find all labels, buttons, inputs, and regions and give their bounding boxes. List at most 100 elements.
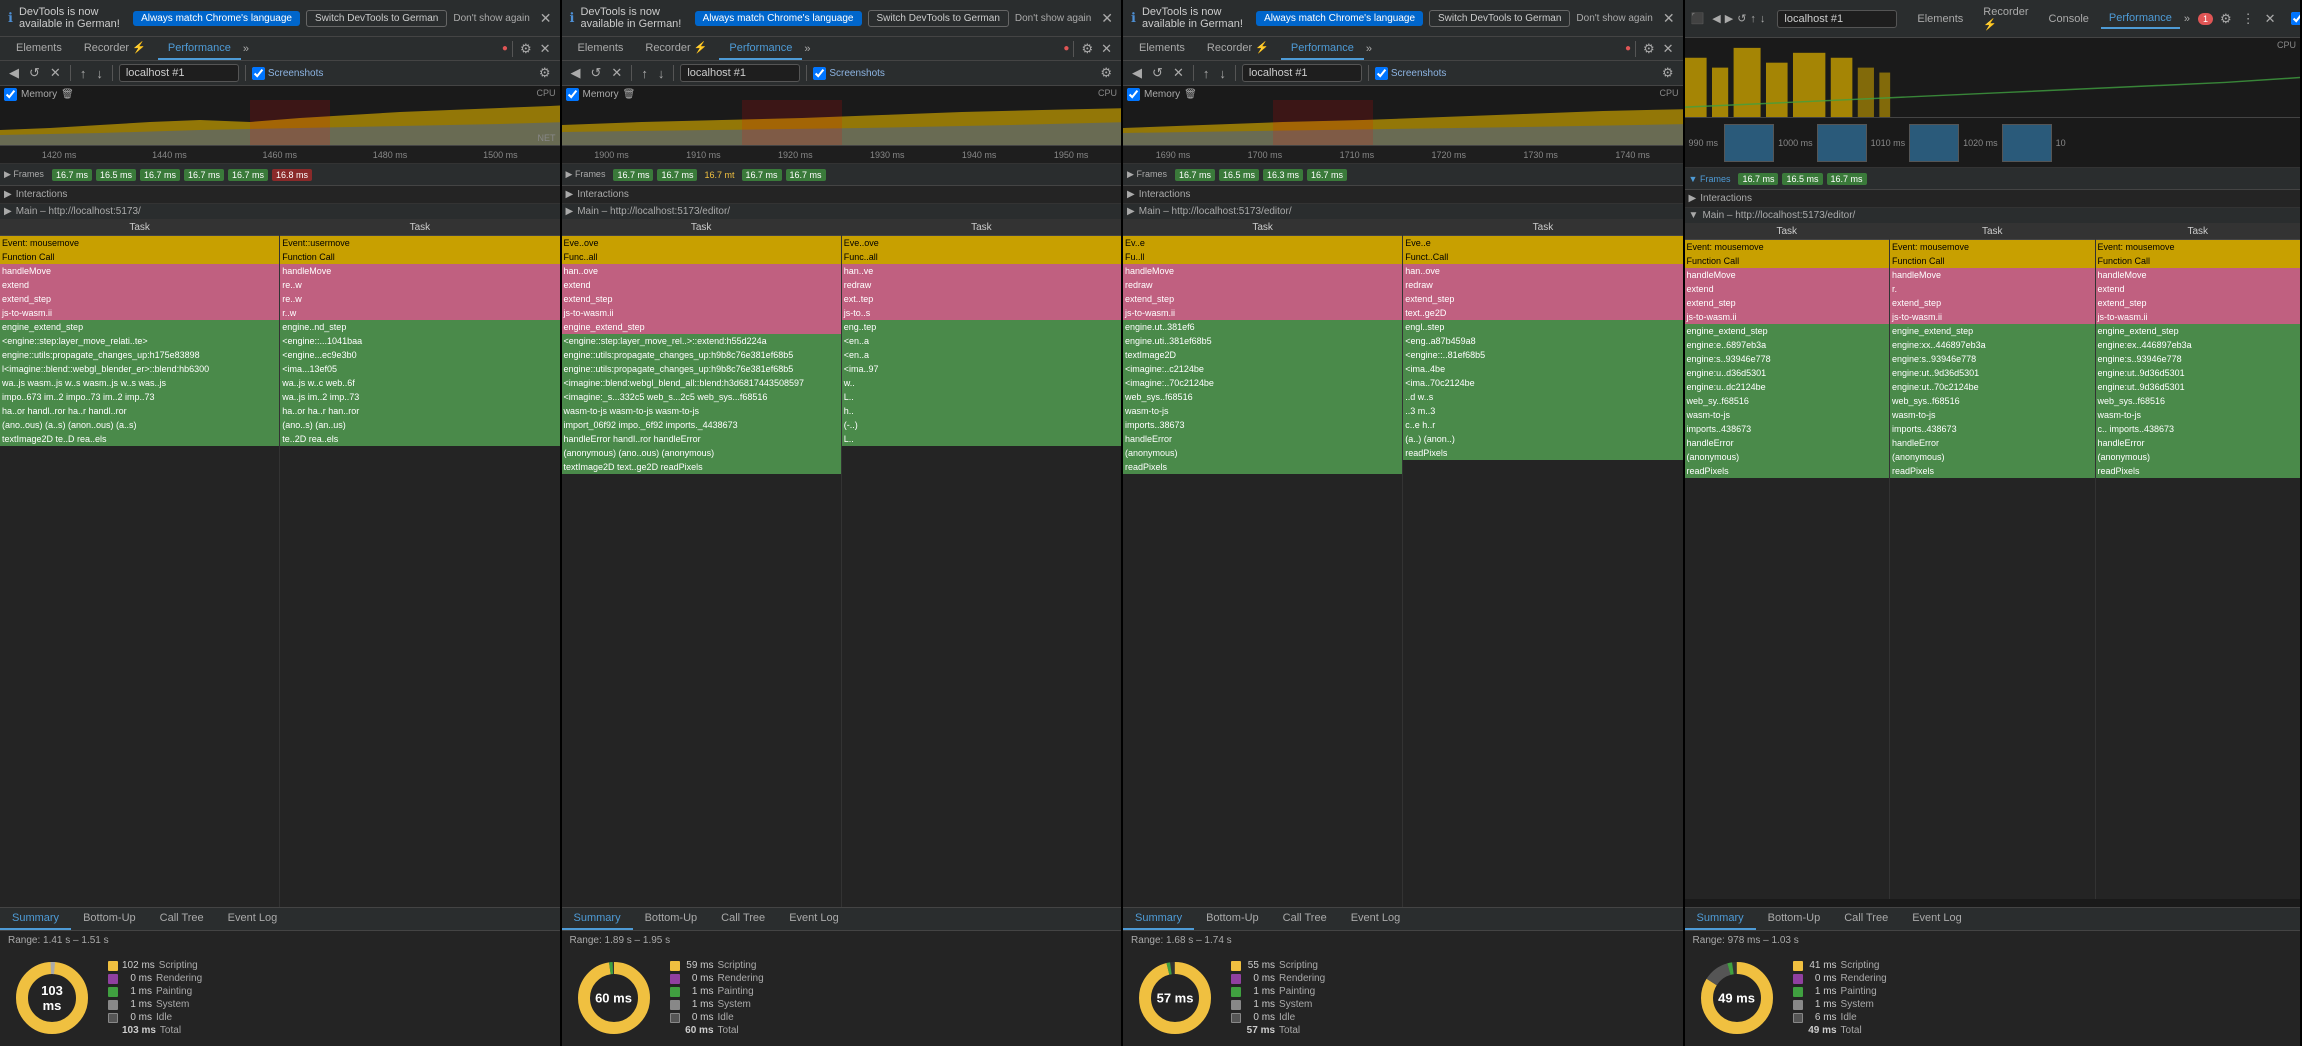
trash-icon-2[interactable]: 🗑 (623, 89, 636, 100)
trash-icon-1[interactable]: 🗑 (61, 89, 74, 100)
p4-tab-elements[interactable]: Elements (1909, 10, 1971, 28)
match-language-btn-1[interactable]: Always match Chrome's language (133, 11, 300, 26)
btab-calltree-3[interactable]: Call Tree (1271, 908, 1339, 930)
refresh-icon-2[interactable]: ↺ (588, 64, 605, 82)
download-icon-3[interactable]: ↓ (1216, 65, 1229, 82)
tab-performance-2[interactable]: Performance (719, 38, 802, 60)
main-expand-3[interactable]: ▶ (1127, 206, 1135, 217)
p4-close-icon[interactable]: ✕ (2262, 10, 2279, 28)
screenshots-check-2[interactable] (813, 67, 826, 80)
btab-summary-2[interactable]: Summary (562, 908, 633, 930)
screenshots-check-3[interactable] (1375, 67, 1388, 80)
settings-icon-1[interactable]: ⚙ (517, 40, 535, 58)
btab-bottomup-3[interactable]: Bottom-Up (1194, 908, 1271, 930)
main-expand-4[interactable]: ▼ (1689, 210, 1699, 221)
p4-url-input[interactable] (1777, 10, 1897, 28)
back-icon-2[interactable]: ◀ (568, 64, 584, 82)
tab-elements-3[interactable]: Elements (1129, 38, 1195, 60)
p4-screenshots-check[interactable] (2291, 12, 2302, 25)
close-icon-3[interactable]: ✕ (1660, 40, 1677, 58)
gear-icon-2[interactable]: ⚙ (1097, 64, 1115, 82)
gear-icon-1[interactable]: ⚙ (536, 64, 554, 82)
p4-forward-icon[interactable]: ▶ (1725, 12, 1733, 25)
record-btn-3[interactable]: ● (1625, 43, 1631, 54)
scrollbar-4[interactable] (1685, 899, 2300, 907)
btab-bottomup-4[interactable]: Bottom-Up (1756, 908, 1833, 930)
btab-summary-4[interactable]: Summary (1685, 908, 1756, 930)
record-btn-1[interactable]: ● (502, 43, 508, 54)
p4-tab-console[interactable]: Console (2041, 10, 2097, 28)
btab-calltree-1[interactable]: Call Tree (148, 908, 216, 930)
stop-icon-2[interactable]: ✕ (608, 64, 625, 82)
interactions-expand-2[interactable]: ▶ (566, 189, 574, 200)
btab-calltree-4[interactable]: Call Tree (1832, 908, 1900, 930)
main-expand-1[interactable]: ▶ (4, 206, 12, 217)
upload-icon-3[interactable]: ↑ (1200, 65, 1213, 82)
p4-back-icon[interactable]: ◀ (1712, 12, 1720, 25)
tab-more-1[interactable]: » (243, 43, 249, 55)
p4-tab-recorder[interactable]: Recorder ⚡ (1975, 3, 2036, 34)
record-btn-2[interactable]: ● (1063, 43, 1069, 54)
tab-recorder-3[interactable]: Recorder ⚡ (1197, 37, 1279, 60)
settings-icon-3[interactable]: ⚙ (1640, 40, 1658, 58)
switch-devtools-btn-3[interactable]: Switch DevTools to German (1429, 10, 1570, 27)
match-language-btn-3[interactable]: Always match Chrome's language (1256, 11, 1423, 26)
interactions-expand-4[interactable]: ▶ (1689, 193, 1697, 204)
close-icon-2[interactable]: ✕ (1098, 40, 1115, 58)
close-notif-2[interactable]: ✕ (1101, 10, 1113, 27)
tab-elements-2[interactable]: Elements (568, 38, 634, 60)
p4-refresh-icon[interactable]: ↺ (1737, 12, 1746, 25)
stop-icon-1[interactable]: ✕ (47, 64, 64, 82)
dont-show-btn-1[interactable]: Don't show again (453, 13, 529, 24)
screenshots-check-1[interactable] (252, 67, 265, 80)
btab-eventlog-2[interactable]: Event Log (777, 908, 851, 930)
btab-bottomup-1[interactable]: Bottom-Up (71, 908, 148, 930)
tab-performance-3[interactable]: Performance (1281, 38, 1364, 60)
p4-tab-more[interactable]: » (2184, 13, 2190, 25)
p4-gear-icon[interactable]: ⚙ (2217, 10, 2235, 28)
p4-menu-icon[interactable]: ⋮ (2239, 10, 2258, 28)
tab-recorder-1[interactable]: Recorder ⚡ (74, 37, 156, 60)
p4-devtools-icon[interactable]: ⬛ (1691, 12, 1705, 25)
close-icon-1[interactable]: ✕ (537, 40, 554, 58)
btab-eventlog-3[interactable]: Event Log (1339, 908, 1413, 930)
back-icon-1[interactable]: ◀ (6, 64, 22, 82)
stop-icon-3[interactable]: ✕ (1170, 64, 1187, 82)
gear-icon-3[interactable]: ⚙ (1659, 64, 1677, 82)
settings-icon-2[interactable]: ⚙ (1078, 40, 1096, 58)
tab-elements-1[interactable]: Elements (6, 38, 72, 60)
p4-download-icon[interactable]: ↓ (1760, 13, 1766, 25)
p4-upload-icon[interactable]: ↑ (1750, 13, 1756, 25)
p4-tab-performance[interactable]: Performance (2101, 9, 2180, 29)
close-notif-1[interactable]: ✕ (540, 10, 552, 27)
interactions-expand-1[interactable]: ▶ (4, 189, 12, 200)
tab-more-3[interactable]: » (1366, 43, 1372, 55)
back-icon-3[interactable]: ◀ (1129, 64, 1145, 82)
switch-devtools-btn-2[interactable]: Switch DevTools to German (868, 10, 1009, 27)
main-expand-2[interactable]: ▶ (566, 206, 574, 217)
tab-more-2[interactable]: » (804, 43, 810, 55)
url-input-3[interactable] (1242, 64, 1362, 82)
url-input-2[interactable] (680, 64, 800, 82)
btab-eventlog-4[interactable]: Event Log (1900, 908, 1974, 930)
close-notif-3[interactable]: ✕ (1663, 10, 1675, 27)
url-input-1[interactable] (119, 64, 239, 82)
download-icon-1[interactable]: ↓ (93, 65, 106, 82)
btab-summary-1[interactable]: Summary (0, 908, 71, 930)
dont-show-btn-3[interactable]: Don't show again (1576, 13, 1652, 24)
tab-performance-1[interactable]: Performance (158, 38, 241, 60)
trash-icon-3[interactable]: 🗑 (1184, 89, 1197, 100)
btab-bottomup-2[interactable]: Bottom-Up (633, 908, 710, 930)
upload-icon-1[interactable]: ↑ (77, 65, 90, 82)
btab-eventlog-1[interactable]: Event Log (216, 908, 290, 930)
refresh-icon-3[interactable]: ↺ (1149, 64, 1166, 82)
upload-icon-2[interactable]: ↑ (638, 65, 651, 82)
interactions-expand-3[interactable]: ▶ (1127, 189, 1135, 200)
btab-summary-3[interactable]: Summary (1123, 908, 1194, 930)
match-language-btn-2[interactable]: Always match Chrome's language (695, 11, 862, 26)
refresh-icon-1[interactable]: ↺ (26, 64, 43, 82)
dont-show-btn-2[interactable]: Don't show again (1015, 13, 1091, 24)
switch-devtools-btn-1[interactable]: Switch DevTools to German (306, 10, 447, 27)
tab-recorder-2[interactable]: Recorder ⚡ (635, 37, 717, 60)
btab-calltree-2[interactable]: Call Tree (709, 908, 777, 930)
